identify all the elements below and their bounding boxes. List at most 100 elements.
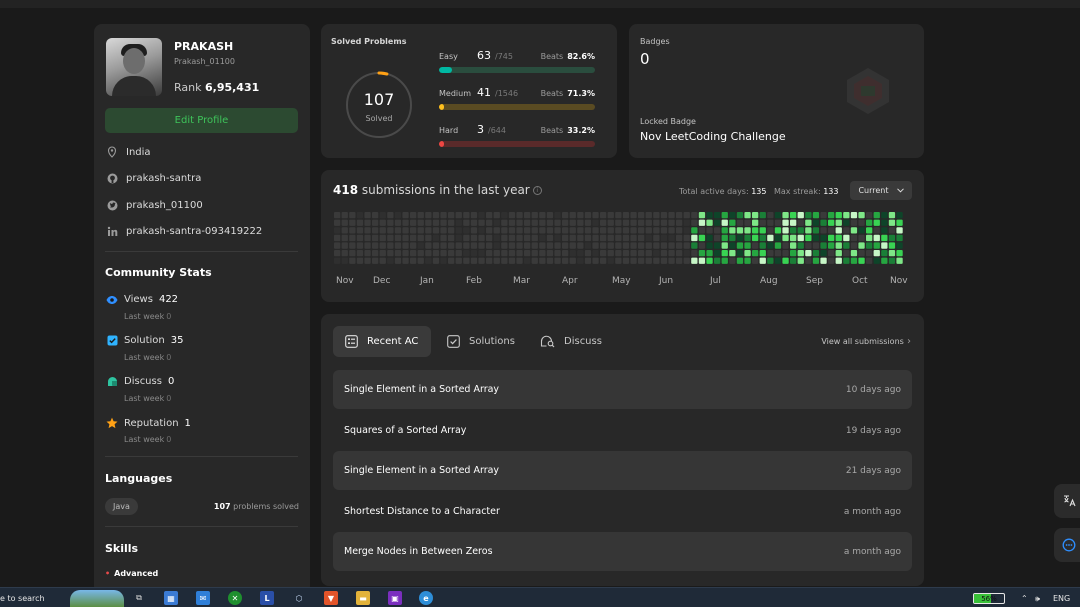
heatmap-cell[interactable] [546,234,554,242]
heatmap-cell[interactable] [706,234,713,242]
heatmap-cell[interactable] [531,219,538,226]
heatmap-cell[interactable] [683,212,690,219]
heatmap-cell[interactable] [744,227,751,234]
heatmap-cell[interactable] [638,234,645,242]
edge-icon[interactable]: e [419,591,433,605]
heatmap-cell[interactable] [501,212,508,219]
heatmap-cell[interactable] [866,212,873,219]
heatmap-cell[interactable] [463,234,470,242]
heatmap-cell[interactable] [486,242,493,249]
heatmap-cell[interactable] [782,257,789,264]
linkedin-link[interactable]: prakash-santra-093419222 [126,226,262,237]
heatmap-cell[interactable] [356,219,364,226]
heatmap-cell[interactable] [341,219,348,226]
mail-icon[interactable]: ✉ [196,591,210,605]
heatmap-cell[interactable] [516,219,523,226]
heatmap-cell[interactable] [835,227,842,234]
heatmap-cell[interactable] [820,227,827,234]
heatmap-cell[interactable] [630,212,637,219]
heatmap-cell[interactable] [630,250,637,257]
heatmap-cell[interactable] [470,257,478,264]
heatmap-cell[interactable] [660,212,668,219]
heatmap-cell[interactable] [615,227,622,234]
heatmap-cell[interactable] [356,212,364,219]
heatmap-cell[interactable] [394,219,402,226]
heatmap-cell[interactable] [828,250,835,257]
heatmap-cell[interactable] [835,242,842,249]
heatmap-cell[interactable] [516,242,523,249]
heatmap-cell[interactable] [698,257,706,264]
heatmap-cell[interactable] [425,227,432,234]
heatmap-cell[interactable] [721,250,728,257]
heatmap-cell[interactable] [417,227,424,234]
heatmap-cell[interactable] [767,219,774,226]
heatmap-cell[interactable] [539,257,546,264]
heatmap-cell[interactable] [554,250,561,257]
heatmap-cell[interactable] [379,219,386,226]
heatmap-cell[interactable] [683,250,690,257]
heatmap-cell[interactable] [341,242,348,249]
heatmap-cell[interactable] [736,212,744,219]
heatmap-cell[interactable] [660,257,668,264]
heatmap-cell[interactable] [455,212,462,219]
heatmap-cell[interactable] [417,257,424,264]
heatmap-cell[interactable] [858,212,865,219]
heatmap-cell[interactable] [873,257,880,264]
heatmap-cell[interactable] [531,227,538,234]
heatmap-cell[interactable] [691,242,698,249]
heatmap-cell[interactable] [546,212,554,219]
heatmap-cell[interactable] [516,234,523,242]
github-link[interactable]: prakash-santra [126,173,201,184]
heatmap-cell[interactable] [835,234,842,242]
heatmap-cell[interactable] [653,234,660,242]
heatmap-cell[interactable] [387,219,394,226]
heatmap-cell[interactable] [645,227,652,234]
launcher-icon[interactable]: L [260,591,274,605]
heatmap-cell[interactable] [752,257,759,264]
heatmap-cell[interactable] [410,212,417,219]
heatmap-cell[interactable] [866,219,873,226]
heatmap-cell[interactable] [622,250,630,257]
heatmap-cell[interactable] [478,234,485,242]
heatmap-cell[interactable] [676,219,683,226]
list-item[interactable]: Single Element in a Sorted Array 21 days… [333,451,912,490]
heatmap-cell[interactable] [379,234,386,242]
volume-icon[interactable]: 🕪 [1035,594,1040,604]
heatmap-cell[interactable] [577,212,584,219]
heatmap-cell[interactable] [341,212,348,219]
heatmap-cell[interactable] [417,242,424,249]
heatmap-cell[interactable] [592,234,599,242]
brave-icon[interactable]: ▼ [324,591,338,605]
heatmap-cell[interactable] [843,234,850,242]
heatmap-cell[interactable] [630,227,637,234]
heatmap-cell[interactable] [744,250,751,257]
heatmap-cell[interactable] [417,212,424,219]
heatmap-cell[interactable] [569,212,576,219]
heatmap-cell[interactable] [721,257,728,264]
heatmap-cell[interactable] [622,212,630,219]
heatmap-cell[interactable] [501,219,508,226]
heatmap-cell[interactable] [729,257,736,264]
heatmap-cell[interactable] [767,234,774,242]
heatmap-cell[interactable] [668,250,675,257]
heatmap-cell[interactable] [425,257,432,264]
heatmap-cell[interactable] [828,234,835,242]
heatmap-cell[interactable] [516,257,523,264]
heatmap-cell[interactable] [645,234,652,242]
heatmap-cell[interactable] [767,212,774,219]
heatmap-cell[interactable] [698,219,706,226]
heatmap-cell[interactable] [516,250,523,257]
heatmap-cell[interactable] [843,250,850,257]
heatmap-cell[interactable] [714,242,721,249]
heatmap-cell[interactable] [508,242,516,249]
heatmap-cell[interactable] [410,227,417,234]
heatmap-cell[interactable] [805,219,812,226]
heatmap-cell[interactable] [432,257,440,264]
heatmap-cell[interactable] [341,227,348,234]
heatmap-cell[interactable] [881,212,888,219]
heatmap-cell[interactable] [759,250,766,257]
heatmap-cell[interactable] [805,234,812,242]
heatmap-cell[interactable] [714,219,721,226]
heatmap-cell[interactable] [820,234,827,242]
heatmap-cell[interactable] [729,250,736,257]
